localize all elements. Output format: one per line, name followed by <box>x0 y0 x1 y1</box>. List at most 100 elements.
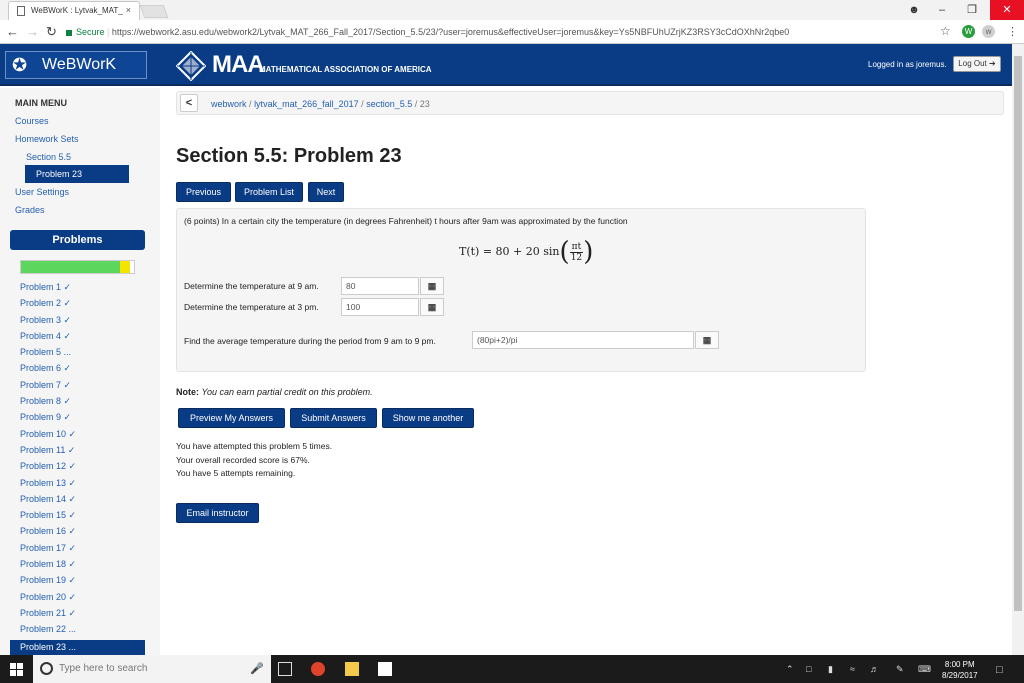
main-menu-heading: MAIN MENU <box>15 98 67 108</box>
attempts-remaining: You have 5 attempts remaining. <box>176 468 296 478</box>
minimize-icon[interactable]: – <box>928 0 956 20</box>
answer-2-field[interactable]: 100 <box>341 298 419 316</box>
new-tab-button[interactable] <box>139 5 169 18</box>
breadcrumb-back-button[interactable]: < <box>180 94 198 112</box>
breadcrumb-section[interactable]: section_5.5 <box>366 99 412 109</box>
problem-list-item[interactable]: Problem 21 ✓ <box>20 608 150 624</box>
problem-list-item[interactable]: Problem 3 ✓ <box>20 315 150 331</box>
webwork-logo[interactable]: ✪ WeBWorK <box>5 51 147 79</box>
wifi-icon[interactable]: ≈ <box>850 664 855 674</box>
logout-button[interactable]: Log Out ➔ <box>953 56 1001 72</box>
problem-list-current[interactable]: Problem 23 ... <box>10 640 145 655</box>
problem-list-item[interactable]: Problem 20 ✓ <box>20 592 150 608</box>
store-icon[interactable] <box>378 662 392 676</box>
problem-list: Problem 1 ✓ Problem 2 ✓ Problem 3 ✓ Problem… <box>20 282 150 641</box>
address-bar: ← → ↻ Secure | https://webwork2.asu.edu/… <box>0 20 1024 44</box>
sidebar-item-homework-sets[interactable]: Homework Sets <box>15 134 79 144</box>
system-clock[interactable]: 8:00 PM 8/29/2017 <box>942 659 978 681</box>
equation-editor-icon[interactable]: ▦ <box>420 277 444 295</box>
problem-list-item[interactable]: Problem 12 ✓ <box>20 461 150 477</box>
browser-menu-icon[interactable]: ⋮ <box>1007 25 1018 38</box>
tab-close-icon[interactable]: × <box>126 5 131 15</box>
problem-list-item[interactable]: Problem 13 ✓ <box>20 478 150 494</box>
maximize-icon[interactable]: ❐ <box>958 0 986 20</box>
webwork-header: ✪ WeBWorK MAA MATHEMATICAL ASSOCIATION O… <box>0 44 1012 86</box>
email-instructor-button[interactable]: Email instructor <box>176 503 259 523</box>
microphone-icon[interactable]: 🎤 <box>250 662 264 676</box>
extension-w-icon[interactable]: W <box>962 25 975 38</box>
problem-list-item[interactable]: Problem 14 ✓ <box>20 494 150 510</box>
problem-list-item[interactable]: Problem 7 ✓ <box>20 380 150 396</box>
sidebar-item-problem-active[interactable]: Problem 23 <box>25 165 129 183</box>
problem-list-item[interactable]: Problem 16 ✓ <box>20 526 150 542</box>
problem-list-item[interactable]: Problem 15 ✓ <box>20 510 150 526</box>
problem-list-item[interactable]: Problem 18 ✓ <box>20 559 150 575</box>
problem-list-button[interactable]: Problem List <box>235 182 303 202</box>
scrollbar-thumb[interactable] <box>1014 56 1022 611</box>
problem-list-item[interactable]: Problem 8 ✓ <box>20 396 150 412</box>
page-scrollbar[interactable] <box>1012 44 1024 655</box>
arrow-left-icon[interactable]: ← <box>6 24 19 39</box>
problem-list-item[interactable]: Problem 9 ✓ <box>20 412 150 428</box>
volume-icon[interactable]: ♬ <box>870 664 879 674</box>
problem-list-item[interactable]: Problem 4 ✓ <box>20 331 150 347</box>
file-explorer-icon[interactable] <box>345 662 359 676</box>
taskbar-search-input[interactable]: Type here to search <box>33 655 271 683</box>
breadcrumb-root[interactable]: webwork <box>211 99 247 109</box>
breadcrumb-course[interactable]: lytvak_mat_266_fall_2017 <box>254 99 359 109</box>
problem-list-item[interactable]: Problem 1 ✓ <box>20 282 150 298</box>
url-text: https://webwork2.asu.edu/webwork2/Lytvak… <box>111 27 790 37</box>
lock-icon <box>66 29 72 36</box>
windows-taskbar: Type here to search 🎤 ⌃ □ ▮ ≈ ♬ ✎ ⌨ 8:00… <box>0 655 1024 683</box>
extension-w2-icon[interactable]: w <box>982 25 995 38</box>
keyboard-icon[interactable]: ⌨ <box>918 664 931 675</box>
sidebar-item-grades[interactable]: Grades <box>15 205 45 215</box>
sidebar-item-courses[interactable]: Courses <box>15 116 49 126</box>
tray-chevron-icon[interactable]: ⌃ <box>786 664 794 675</box>
sidebar-item-section[interactable]: Section 5.5 <box>26 152 71 162</box>
chrome-icon[interactable] <box>311 662 325 676</box>
battery-icon[interactable]: ▮ <box>828 664 833 675</box>
url-field[interactable]: Secure | https://webwork2.asu.edu/webwor… <box>66 23 946 41</box>
next-button[interactable]: Next <box>308 182 344 202</box>
problem-list-item[interactable]: Problem 17 ✓ <box>20 543 150 559</box>
note-label: Note: <box>176 387 199 397</box>
webwork-star-icon: ✪ <box>12 55 28 75</box>
answer-3-field[interactable]: (80pi+2)/pi <box>472 331 694 349</box>
sidebar-item-user-settings[interactable]: User Settings <box>15 187 69 197</box>
windows-start-icon[interactable] <box>10 663 23 676</box>
problem-list-item[interactable]: Problem 10 ✓ <box>20 429 150 445</box>
problem-list-item[interactable]: Problem 5 ... <box>20 347 150 363</box>
logged-in-text: Logged in as joremus. <box>868 60 947 69</box>
pen-icon[interactable]: ✎ <box>896 664 904 675</box>
bookmark-star-icon[interactable]: ☆ <box>940 24 951 38</box>
previous-button[interactable]: Previous <box>176 182 231 202</box>
arrow-right-icon[interactable]: → <box>26 24 39 39</box>
browser-tab-bar: WeBWorK : Lytvak_MAT_ × ☻ – ❐ ✕ <box>0 0 1024 20</box>
browser-tab[interactable]: WeBWorK : Lytvak_MAT_ × <box>8 1 140 20</box>
problem-list-item[interactable]: Problem 2 ✓ <box>20 298 150 314</box>
problem-list-item[interactable]: Problem 6 ✓ <box>20 363 150 379</box>
problem-list-item[interactable]: Problem 19 ✓ <box>20 575 150 591</box>
question-2-label: Determine the temperature at 3 pm. <box>184 302 319 312</box>
tray-app-icon[interactable]: □ <box>806 664 811 674</box>
submit-answers-button[interactable]: Submit Answers <box>290 408 377 428</box>
secure-label: Secure <box>76 27 105 37</box>
app-name: WeBWorK <box>42 56 117 73</box>
close-window-icon[interactable]: ✕ <box>990 0 1024 20</box>
show-another-button[interactable]: Show me another <box>382 408 474 428</box>
reload-icon[interactable]: ↻ <box>46 24 57 40</box>
preview-answers-button[interactable]: Preview My Answers <box>178 408 285 428</box>
maa-full-name: MATHEMATICAL ASSOCIATION OF AMERICA <box>259 65 432 74</box>
notifications-icon[interactable]: □ <box>996 664 1003 676</box>
formula-numerator: πt <box>569 241 584 253</box>
problem-list-item[interactable]: Problem 22 ... <box>20 624 150 640</box>
problem-list-item[interactable]: Problem 11 ✓ <box>20 445 150 461</box>
profile-icon[interactable]: ☻ <box>900 0 928 20</box>
tab-title: WeBWorK : Lytvak_MAT_ <box>31 6 123 15</box>
equation-editor-icon[interactable]: ▦ <box>695 331 719 349</box>
equation-editor-icon[interactable]: ▦ <box>420 298 444 316</box>
task-view-icon[interactable] <box>278 662 292 676</box>
answer-1-field[interactable]: 80 <box>341 277 419 295</box>
problems-heading: Problems <box>10 230 145 250</box>
